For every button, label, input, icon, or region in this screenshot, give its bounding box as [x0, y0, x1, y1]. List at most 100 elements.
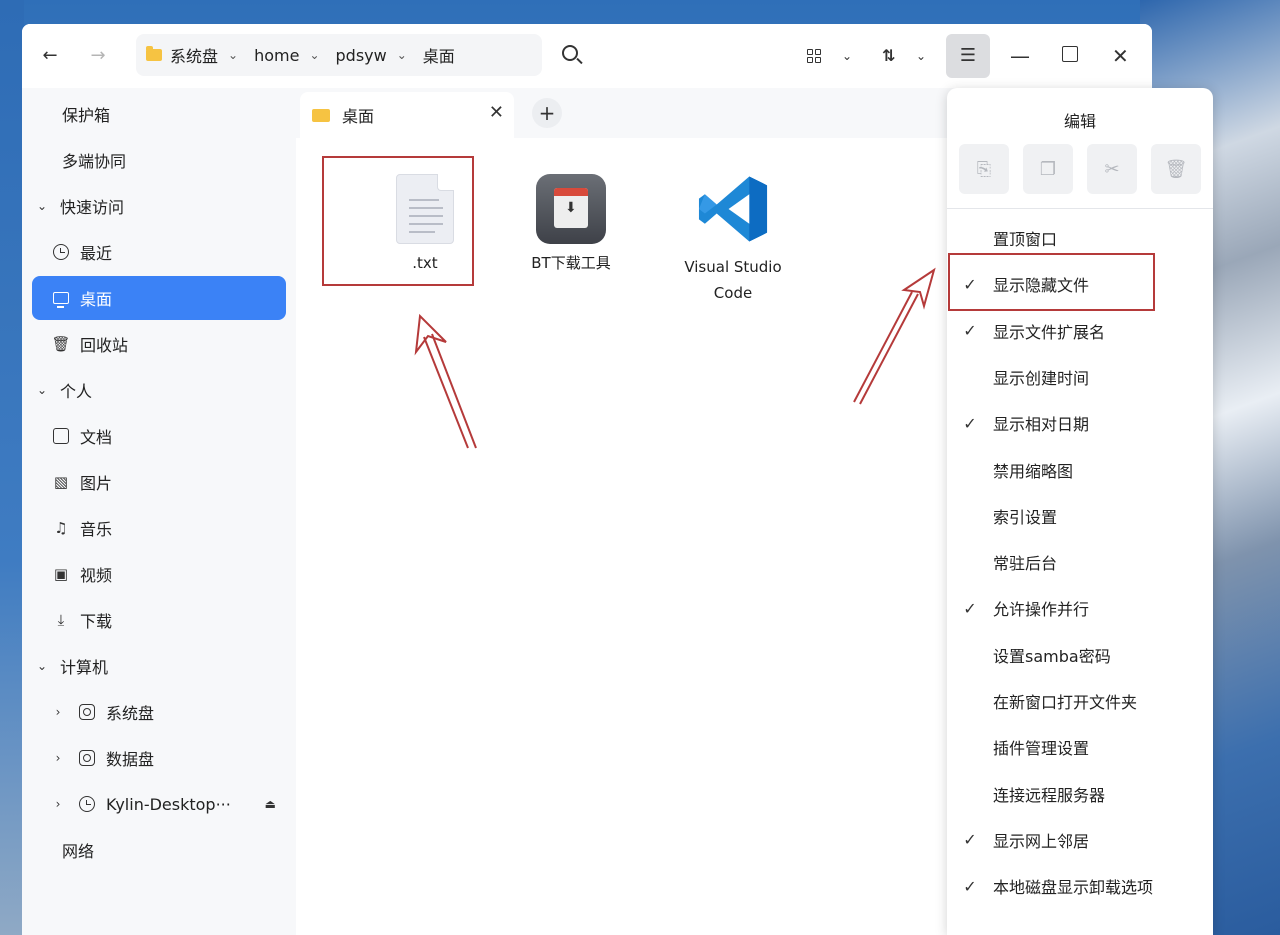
- chevron-down-icon[interactable]: ⌄: [309, 48, 319, 62]
- copy-icon[interactable]: ❐: [1023, 144, 1073, 194]
- sidebar-item-downloads[interactable]: ⤓ 下载: [34, 598, 286, 642]
- breadcrumb-item-home[interactable]: home ⌄: [254, 46, 329, 65]
- menu-item[interactable]: 在新窗口打开文件夹: [947, 681, 1213, 721]
- sidebar-item-documents[interactable]: 文档: [34, 414, 286, 458]
- sidebar-item-desktop[interactable]: 桌面: [32, 276, 286, 320]
- file-item-bt-download[interactable]: ⬇ BT下载工具: [506, 174, 636, 276]
- bt-download-icon: ⬇: [536, 174, 606, 244]
- maximize-icon[interactable]: [1062, 46, 1078, 62]
- sidebar-item-label: 个人: [60, 382, 93, 401]
- eject-icon[interactable]: ⏏: [265, 797, 276, 811]
- chevron-down-icon[interactable]: ⌄: [34, 199, 50, 213]
- annotation-box-file: [322, 156, 474, 286]
- sidebar-item-pictures[interactable]: ▧ 图片: [34, 460, 286, 504]
- menu-item-label: 本地磁盘显示卸载选项: [993, 878, 1154, 898]
- view-grid-icon[interactable]: [806, 42, 826, 70]
- sidebar-item-trash[interactable]: 🗑 回收站: [34, 322, 286, 366]
- breadcrumb-item-system-disk[interactable]: 系统盘 ⌄: [146, 43, 248, 67]
- chevron-right-icon[interactable]: ›: [50, 797, 66, 811]
- sidebar-item-network[interactable]: 网络: [34, 828, 286, 872]
- file-name: BT下载工具: [531, 254, 611, 272]
- sidebar-item-music[interactable]: ♫ 音乐: [34, 506, 286, 550]
- hamburger-menu-icon[interactable]: ☰: [946, 34, 990, 78]
- annotation-box-menu-item: [948, 253, 1155, 311]
- menu-item-label: 允许操作并行: [993, 600, 1090, 620]
- breadcrumb-item-user[interactable]: pdsyw ⌄: [336, 46, 417, 65]
- menu-item-label: 设置samba密码: [993, 646, 1111, 666]
- menu-item[interactable]: 连接远程服务器: [947, 774, 1213, 814]
- chevron-down-icon[interactable]: ⌄: [397, 48, 407, 62]
- search-icon[interactable]: [558, 42, 586, 70]
- back-arrow-icon[interactable]: ←: [36, 42, 64, 70]
- menu-item[interactable]: 禁用缩略图: [947, 450, 1213, 490]
- cut-icon[interactable]: ✂: [1087, 144, 1137, 194]
- sidebar-group-personal[interactable]: ⌄ 个人: [34, 368, 286, 412]
- menu-item[interactable]: ✓ 本地磁盘显示卸载选项: [947, 866, 1213, 906]
- menu-item[interactable]: 显示创建时间: [947, 357, 1213, 397]
- sidebar-item-label: 下载: [80, 612, 113, 631]
- menu-item-label: 显示相对日期: [993, 415, 1090, 435]
- sidebar-item-data-disk[interactable]: › 数据盘: [34, 736, 286, 780]
- menu-item[interactable]: ✓ 显示相对日期: [947, 403, 1213, 443]
- menu-item-label: 显示创建时间: [993, 368, 1090, 388]
- menu-item[interactable]: 常驻后台: [947, 542, 1213, 582]
- download-icon: ⤓: [57, 611, 65, 629]
- menu-item[interactable]: 置顶窗口: [947, 218, 1213, 258]
- menu-item[interactable]: ✓ 显示文件扩展名: [947, 311, 1213, 351]
- desktop-wallpaper-left: [0, 0, 24, 935]
- chevron-right-icon[interactable]: ›: [50, 751, 66, 765]
- desktop-icon: [50, 287, 72, 309]
- menu-item-label: 显示网上邻居: [993, 831, 1090, 851]
- sort-icon[interactable]: ⇅: [882, 42, 895, 70]
- image-icon: ▧: [53, 473, 69, 491]
- cdrom-icon: [76, 793, 98, 815]
- file-name: Visual Studio Code: [684, 258, 782, 302]
- delete-icon[interactable]: 🗑: [1151, 144, 1201, 194]
- breadcrumb-item-desktop[interactable]: 桌面: [423, 43, 461, 67]
- sidebar-group-computer[interactable]: ⌄ 计算机: [34, 644, 286, 688]
- toolbar: ← → 系统盘 ⌄ home ⌄ pdsyw ⌄ 桌面 ⌄ ⇅ ⌄ ☰ — ✕: [22, 24, 1152, 88]
- tab-label: 桌面: [342, 107, 375, 126]
- video-icon: ▣: [53, 565, 69, 583]
- sidebar-item-videos[interactable]: ▣ 视频: [34, 552, 286, 596]
- menu-item-label: 连接远程服务器: [993, 785, 1106, 805]
- paste-icon[interactable]: ⎘: [959, 144, 1009, 194]
- menu-divider: [947, 208, 1213, 209]
- close-icon[interactable]: ✕: [489, 102, 504, 123]
- menu-item-label: 在新窗口打开文件夹: [993, 693, 1138, 712]
- disk-icon: [76, 701, 98, 723]
- tab-desktop[interactable]: 桌面 ✕: [300, 92, 514, 138]
- sidebar-item-label: 快速访问: [60, 198, 125, 217]
- chevron-down-icon[interactable]: ⌄: [34, 659, 50, 673]
- breadcrumb-label: 系统盘: [170, 47, 219, 66]
- forward-arrow-icon[interactable]: →: [84, 42, 112, 70]
- menu-item-label: 显示文件扩展名: [993, 322, 1106, 342]
- close-icon[interactable]: ✕: [1112, 42, 1129, 70]
- chevron-right-icon[interactable]: ›: [50, 705, 66, 719]
- add-tab-icon[interactable]: +: [532, 98, 562, 128]
- sidebar-item-recent[interactable]: 最近: [34, 230, 286, 274]
- menu-item[interactable]: 索引设置: [947, 496, 1213, 536]
- clock-icon: [50, 241, 72, 263]
- menu-item[interactable]: ✓ 显示网上邻居: [947, 820, 1213, 860]
- disk-icon: [76, 747, 98, 769]
- sidebar-item-label: 文档: [80, 428, 113, 447]
- sidebar-item-safebox[interactable]: 保护箱: [34, 92, 286, 136]
- checkmark-icon: ✓: [963, 413, 977, 433]
- chevron-down-icon[interactable]: ⌄: [842, 42, 852, 70]
- chevron-down-icon[interactable]: ⌄: [228, 48, 238, 62]
- file-item-vscode[interactable]: Visual Studio Code: [668, 172, 798, 306]
- sidebar-item-kylin-disc[interactable]: › Kylin-Desktop··· ⏏: [34, 782, 286, 826]
- menu-item[interactable]: ✓ 允许操作并行: [947, 588, 1213, 628]
- folder-icon: [312, 108, 330, 122]
- sidebar-group-quick-access[interactable]: ⌄ 快速访问: [34, 184, 286, 228]
- chevron-down-icon[interactable]: ⌄: [916, 42, 926, 70]
- sidebar-item-multi-device[interactable]: 多端协同: [34, 138, 286, 182]
- menu-item-label: 置顶窗口: [993, 230, 1058, 249]
- breadcrumb-label: pdsyw: [335, 45, 387, 65]
- chevron-down-icon[interactable]: ⌄: [34, 383, 50, 397]
- minimize-icon[interactable]: —: [1010, 42, 1030, 70]
- sidebar-item-system-disk[interactable]: › 系统盘: [34, 690, 286, 734]
- menu-item[interactable]: 插件管理设置: [947, 727, 1213, 767]
- menu-item[interactable]: 设置samba密码: [947, 635, 1213, 675]
